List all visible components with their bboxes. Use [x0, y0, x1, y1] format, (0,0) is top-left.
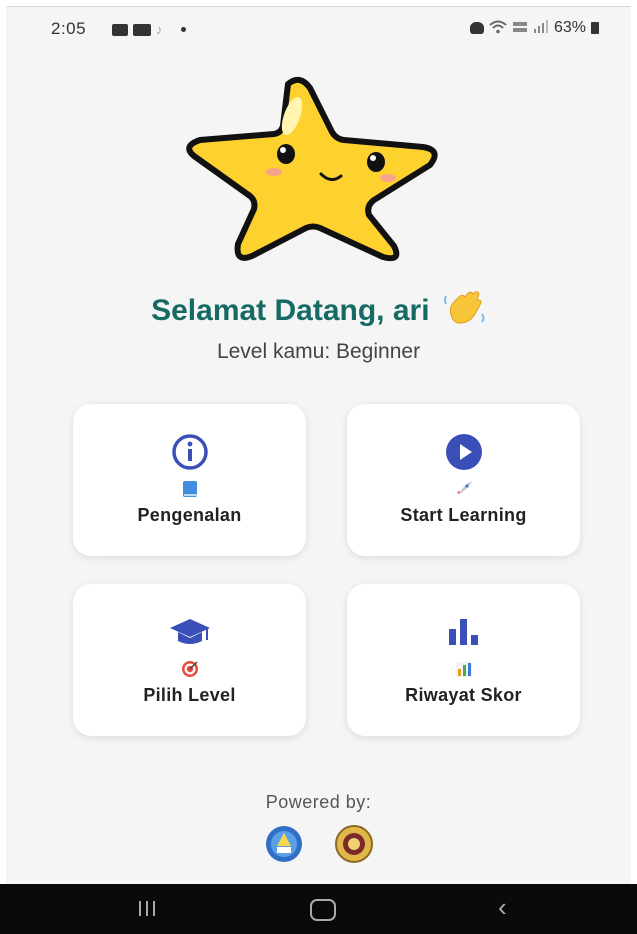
alarm-icon	[469, 22, 484, 34]
bar-chart-icon	[447, 612, 481, 652]
status-time: 2:05	[51, 19, 87, 38]
star-mascot	[180, 76, 445, 263]
gallery-icon	[112, 23, 128, 36]
powered-by-text: Powered by:	[265, 792, 372, 812]
sponsor-logos	[0, 824, 637, 869]
system-nav-bar: ‹	[0, 884, 637, 934]
battery-icon	[591, 22, 599, 34]
riwayat-skor-label: Riwayat Skor	[405, 685, 522, 705]
home-button[interactable]	[310, 899, 336, 921]
status-right-icons: 63%	[469, 19, 599, 37]
target-icon	[181, 659, 199, 679]
university-logo	[334, 824, 374, 869]
greeting-text: Selamat Datang, ari	[151, 293, 430, 327]
battery-percent: 63%	[553, 19, 586, 36]
play-circle-icon	[444, 432, 484, 472]
recent-apps-button[interactable]	[139, 901, 155, 916]
graduation-cap-icon	[168, 612, 212, 652]
info-circle-icon	[171, 432, 209, 472]
wifi-icon	[489, 20, 507, 37]
screenshot-frame-top	[0, 0, 637, 7]
pilih-level-card[interactable]: Pilih Level	[73, 584, 306, 736]
status-bar: 2:05 ♪ 63%	[6, 7, 631, 51]
video-icon	[133, 23, 151, 36]
level-text: Level kamu: Beginner	[216, 340, 421, 363]
pilih-level-label: Pilih Level	[143, 685, 236, 705]
status-left-icons: ♪	[112, 22, 186, 37]
tut-wuri-handayani-logo	[264, 824, 304, 869]
back-button[interactable]: ‹	[498, 894, 507, 920]
tiktok-icon: ♪	[156, 22, 163, 37]
riwayat-skor-card[interactable]: Riwayat Skor	[347, 584, 580, 736]
notification-dot-icon	[181, 27, 186, 32]
start-learning-label: Start Learning	[400, 505, 527, 525]
signal-icon	[533, 19, 549, 37]
bar-chart-emoji-icon	[455, 659, 473, 679]
rocket-icon	[454, 479, 474, 499]
waving-hand-icon	[443, 290, 486, 334]
pengenalan-label: Pengenalan	[137, 505, 242, 525]
blue-book-icon	[181, 479, 199, 499]
volte-icon	[512, 20, 528, 37]
welcome-heading: Selamat Datang, ari	[0, 290, 637, 334]
start-learning-card[interactable]: Start Learning	[347, 404, 580, 556]
pengenalan-card[interactable]: Pengenalan	[73, 404, 306, 556]
